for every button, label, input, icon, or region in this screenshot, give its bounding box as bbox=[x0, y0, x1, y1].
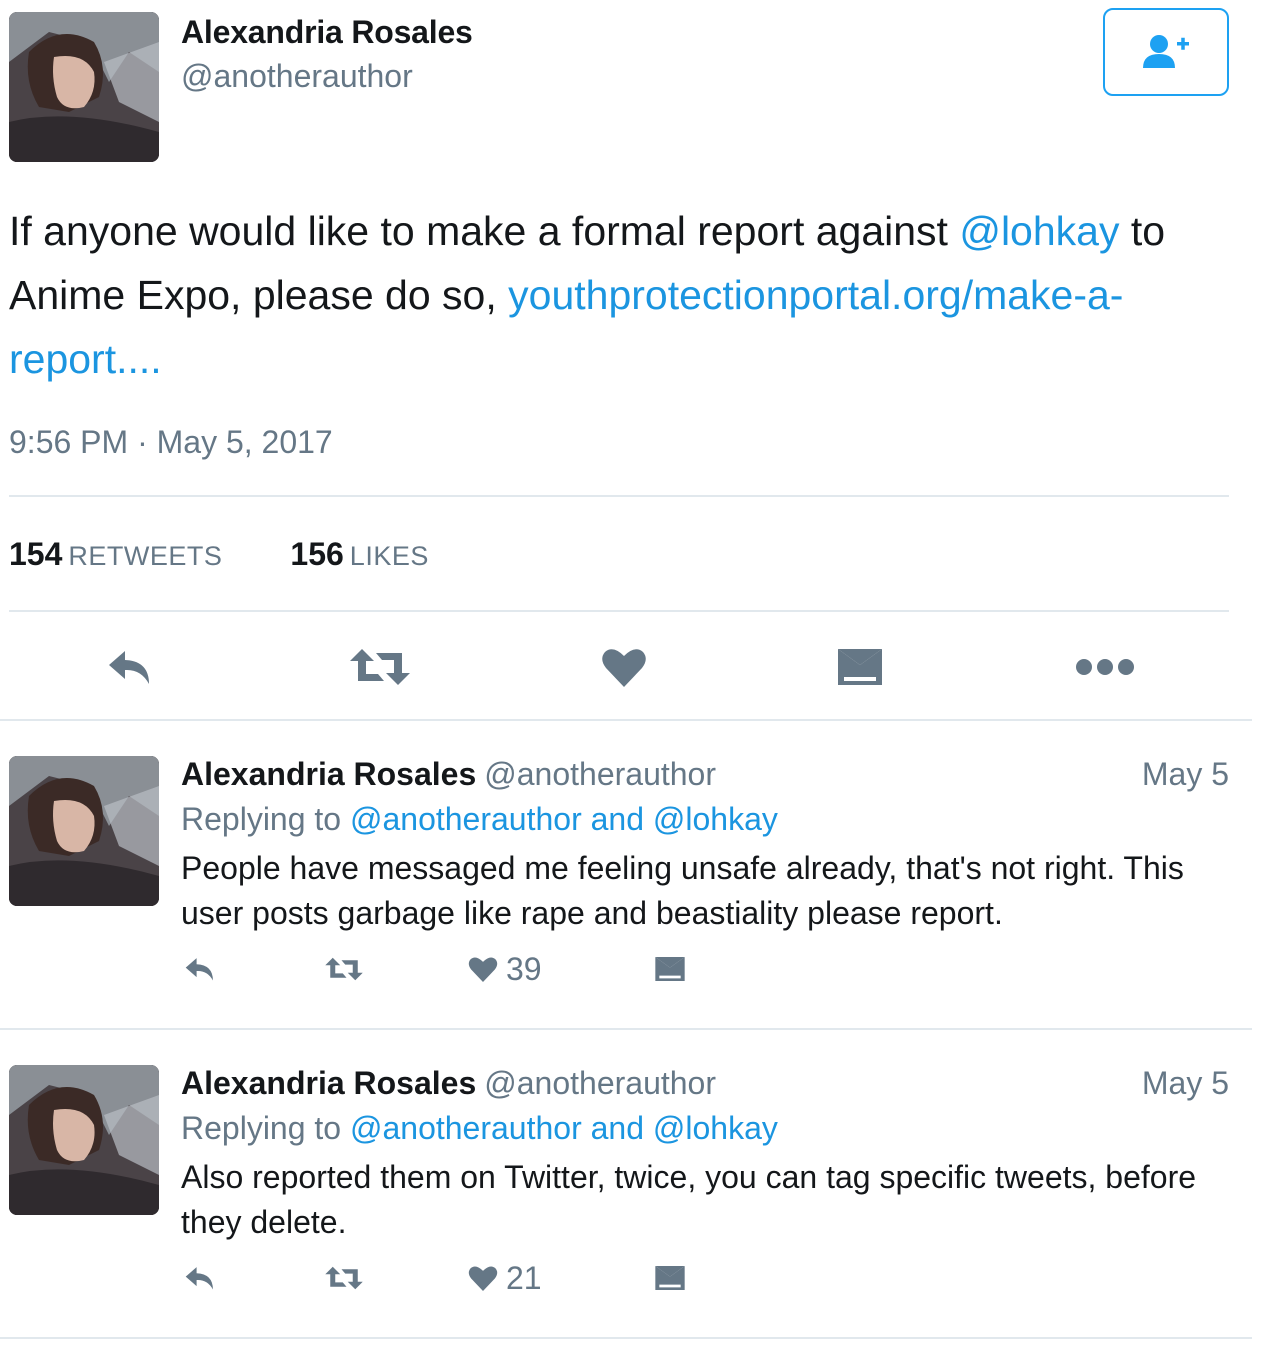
reply-button[interactable] bbox=[100, 640, 160, 694]
reply-date[interactable]: May 5 bbox=[1142, 756, 1229, 793]
direct-message-icon bbox=[655, 957, 685, 981]
follow-user-icon bbox=[1143, 35, 1189, 68]
avatar-image bbox=[9, 1065, 159, 1215]
like-icon bbox=[602, 649, 646, 687]
like-count: 21 bbox=[506, 1259, 542, 1296]
reply-author[interactable]: Alexandria Rosales @anotherauthor bbox=[181, 1065, 716, 1102]
retweet-button[interactable] bbox=[320, 1260, 368, 1296]
retweets-label: RETWEETS bbox=[68, 541, 223, 571]
retweets-count: 154 bbox=[9, 536, 63, 572]
direct-message-button[interactable] bbox=[832, 640, 888, 694]
reply-author[interactable]: Alexandria Rosales @anotherauthor bbox=[181, 756, 716, 793]
direct-message-button[interactable] bbox=[650, 1260, 690, 1296]
divider bbox=[0, 1337, 1252, 1339]
reply-button[interactable] bbox=[180, 1260, 220, 1296]
author-handle[interactable]: @anotherauthor bbox=[181, 58, 413, 95]
avatar-image bbox=[9, 756, 159, 906]
replying-to: Replying to @anotherauthor and @lohkay bbox=[181, 801, 778, 838]
author-name[interactable]: Alexandria Rosales bbox=[181, 14, 473, 51]
reply-button[interactable] bbox=[180, 951, 220, 987]
likes-stat[interactable]: 156 LIKES bbox=[290, 536, 428, 573]
avatar[interactable] bbox=[9, 756, 159, 906]
main-tweet: Alexandria Rosales @anotherauthor If any… bbox=[0, 0, 1280, 722]
author-handle: @anotherauthor bbox=[484, 1065, 716, 1101]
replying-to: Replying to @anotherauthor and @lohkay bbox=[181, 1110, 778, 1147]
more-button[interactable] bbox=[1070, 640, 1140, 694]
reply-text: Also reported them on Twitter, twice, yo… bbox=[181, 1159, 1197, 1240]
like-icon bbox=[468, 957, 498, 983]
like-icon bbox=[468, 1266, 498, 1292]
avatar[interactable] bbox=[9, 1065, 159, 1215]
author-name: Alexandria Rosales bbox=[181, 756, 477, 792]
divider bbox=[0, 1028, 1252, 1030]
reply-icon bbox=[185, 1267, 213, 1290]
divider bbox=[9, 495, 1229, 497]
avatar[interactable] bbox=[9, 12, 159, 162]
more-icon bbox=[1076, 659, 1134, 675]
reply-tweet: Alexandria Rosales @anotherauthor May 5 R… bbox=[0, 1065, 1280, 1335]
like-button[interactable]: 39 bbox=[468, 951, 558, 987]
reply-tweet: Alexandria Rosales @anotherauthor May 5 R… bbox=[0, 756, 1280, 1026]
retweet-button[interactable] bbox=[345, 640, 415, 694]
retweet-icon bbox=[325, 957, 363, 981]
likes-label: LIKES bbox=[349, 541, 429, 571]
follow-button[interactable] bbox=[1103, 8, 1229, 96]
tweet-stats: 154 RETWEETS 156 LIKES bbox=[9, 536, 429, 573]
direct-message-icon bbox=[655, 1266, 685, 1290]
like-button[interactable] bbox=[596, 640, 652, 694]
reply-icon bbox=[185, 958, 213, 981]
reply-icon bbox=[109, 651, 149, 684]
divider bbox=[0, 719, 1252, 721]
avatar-image bbox=[9, 12, 159, 162]
retweets-stat[interactable]: 154 RETWEETS bbox=[9, 536, 222, 573]
retweet-icon bbox=[350, 649, 410, 685]
direct-message-button[interactable] bbox=[650, 951, 690, 987]
tweet-text-part: If anyone would like to make a formal re… bbox=[9, 208, 960, 254]
replying-targets-link[interactable]: @anotherauthor and @lohkay bbox=[350, 801, 778, 837]
tweet-timestamp[interactable]: 9:56 PM · May 5, 2017 bbox=[9, 424, 333, 461]
like-button[interactable]: 21 bbox=[468, 1260, 558, 1296]
retweet-icon bbox=[325, 1266, 363, 1290]
tweet-text: If anyone would like to make a formal re… bbox=[9, 199, 1239, 391]
replying-targets-link[interactable]: @anotherauthor and @lohkay bbox=[350, 1110, 778, 1146]
reply-text: People have messaged me feeling unsafe a… bbox=[181, 850, 1184, 931]
like-count: 39 bbox=[506, 950, 542, 987]
author-handle: @anotherauthor bbox=[484, 756, 716, 792]
likes-count: 156 bbox=[290, 536, 344, 572]
author-name: Alexandria Rosales bbox=[181, 1065, 477, 1101]
divider bbox=[9, 610, 1229, 612]
replying-prefix: Replying to bbox=[181, 801, 350, 837]
mention-link[interactable]: @lohkay bbox=[959, 208, 1119, 254]
reply-date[interactable]: May 5 bbox=[1142, 1065, 1229, 1102]
direct-message-icon bbox=[838, 649, 882, 685]
retweet-button[interactable] bbox=[320, 951, 368, 987]
replying-prefix: Replying to bbox=[181, 1110, 350, 1146]
